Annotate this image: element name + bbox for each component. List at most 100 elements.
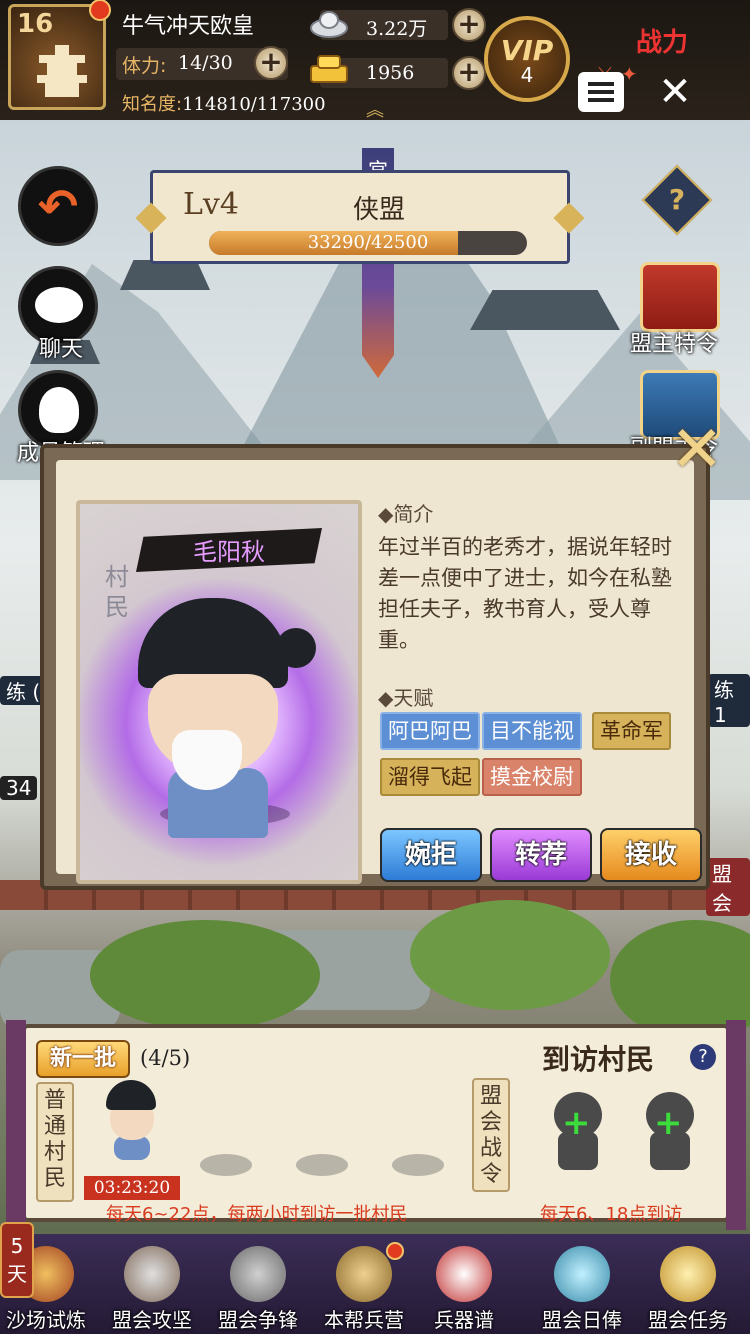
book-icon [436, 1246, 492, 1302]
talent-tag[interactable]: 摸金校尉 [482, 758, 582, 796]
battle-pass-label: 盟会战令 [472, 1078, 510, 1192]
leader-order-chest-icon[interactable] [640, 262, 720, 332]
new-batch-button[interactable]: 新一批 [36, 1040, 130, 1078]
empty-visitor-slot [392, 1154, 444, 1176]
nav-barracks[interactable]: 本帮兵营 [312, 1242, 416, 1334]
menu-icon [588, 82, 614, 86]
back-arrow-icon: ↶ [37, 179, 79, 235]
batch-count: (4/5) [140, 1046, 191, 1070]
gold-bars-icon [310, 55, 348, 83]
plus-icon: + [654, 1103, 683, 1143]
power-label: 战力 [636, 28, 689, 58]
tree [410, 900, 610, 1010]
left-counter: 34 [0, 776, 38, 800]
talent-title: ◆天赋 [378, 686, 434, 710]
empty-visitor-slot [296, 1154, 348, 1176]
building-roof [120, 260, 210, 290]
stamina-label: 体力: [122, 55, 167, 77]
visitors-title: 到访村民 [542, 1043, 655, 1076]
pagoda-icon [37, 45, 87, 97]
nav-league-siege[interactable]: 盟会攻坚 [100, 1242, 204, 1334]
refer-button[interactable]: 转荐 [490, 828, 592, 882]
talent-tag[interactable]: 阿巴阿巴 [380, 712, 480, 750]
nav-weapon-book[interactable]: 兵器谱 [412, 1242, 516, 1334]
villager-dialog-body: 毛阳秋 村民 ◆简介 年过半百的老秀才，据说年轻时差一点便中了进士，如今在私塾担… [56, 460, 702, 884]
talent-tag[interactable]: 目不能视 [482, 712, 582, 750]
vip-badge[interactable]: VIP 4 [484, 16, 570, 102]
help-icon[interactable]: ? [690, 1044, 716, 1070]
training-tag-right: 练 1 [708, 674, 750, 727]
notification-dot [89, 0, 111, 21]
locked-visitor-slot[interactable]: + [640, 1092, 700, 1172]
vip-level: 4 [520, 63, 534, 87]
nav-league-contest[interactable]: 盟会争锋 [206, 1242, 310, 1334]
scroll-icon [660, 1246, 716, 1302]
tree [90, 920, 320, 1030]
player-level: 16 [17, 9, 54, 39]
silver-ingot-icon [310, 11, 348, 38]
fist-icon [124, 1246, 180, 1302]
nav-label: 本帮兵营 [324, 1308, 404, 1332]
visit-schedule-hint: 每天6~22点，每两小时到访一批村民 [106, 1204, 408, 1225]
locked-visitor-slot[interactable]: + [548, 1092, 608, 1172]
nav-label: 兵器谱 [434, 1308, 494, 1332]
close-icon[interactable]: ✕ [652, 72, 698, 112]
chat-button[interactable]: 聊天 [18, 266, 98, 362]
members-icon [39, 387, 79, 433]
pass-visit-schedule-hint: 每天6、18点到访 [540, 1204, 683, 1225]
league-xp-bar: 33290/42500 [209, 231, 527, 255]
talent-list: 阿巴阿巴 目不能视 革命军 溜得飞起 摸金校尉 [380, 712, 710, 804]
nav-label: 盟会攻坚 [112, 1308, 192, 1332]
player-avatar[interactable]: 16 [8, 0, 111, 110]
nav-label: 沙场试炼 [6, 1308, 86, 1332]
visitor-timer: 03:23:20 [84, 1176, 180, 1200]
chat-label: 聊天 [38, 337, 83, 362]
villager-portrait: 毛阳秋 村民 [76, 500, 362, 884]
bottom-navigation: 沙场试炼 盟会攻坚 盟会争锋 本帮兵营 兵器谱 盟会日俸 盟会任务 [0, 1234, 750, 1334]
visiting-villagers-panel: 新一批 (4/5) 到访村民 ? 普通村民 03:23:20 盟会战令 + + … [6, 1020, 746, 1230]
days-remaining-badge: 5天 [0, 1222, 34, 1298]
leader-order-label: 盟主特令 [630, 332, 719, 357]
old-scholar-character [128, 598, 318, 848]
chat-bubble-icon [35, 287, 83, 323]
talent-tag[interactable]: 溜得飞起 [380, 758, 480, 796]
nav-daily-salary[interactable]: 盟会日俸 [530, 1242, 634, 1334]
villager-description: 年过半百的老秀才，据说年轻时差一点便中了进士，如今在私塾担任夫子，教书育人，受人… [378, 535, 672, 652]
league-level: Lv4 [183, 187, 239, 222]
talent-tag[interactable]: 革命军 [592, 712, 671, 750]
gold-display: 1956 [310, 55, 448, 88]
notification-dot [386, 1242, 404, 1260]
league-name: 侠盟 [353, 195, 406, 225]
question-icon: ? [668, 183, 686, 216]
fame-value: 114810/117300 [182, 94, 326, 115]
add-gold-button[interactable]: + [452, 56, 486, 90]
nav-label: 盟会争锋 [218, 1308, 298, 1332]
fame-label: 知名度: [122, 94, 183, 115]
villager-dialog: 毛阳秋 村民 ◆简介 年过半百的老秀才，据说年轻时差一点便中了进士，如今在私塾担… [40, 444, 710, 890]
accept-button[interactable]: 接收 [600, 828, 702, 882]
league-hall-label: 盟会 [706, 858, 750, 916]
member-management-button[interactable]: 成员管理 [17, 370, 105, 466]
player-name: 牛气冲天欧皇 [122, 14, 255, 39]
intro-title: ◆简介 [378, 502, 434, 526]
visitor-slot-filled[interactable] [98, 1080, 168, 1160]
league-xp-text: 33290/42500 [307, 232, 429, 253]
back-button[interactable]: ↶ [18, 166, 98, 246]
villager-name: 毛阳秋 [193, 538, 265, 566]
fame-display: 知名度:114810/117300 [122, 90, 326, 116]
stamina-value: 14/30 [178, 52, 233, 74]
close-dialog-icon[interactable]: ✕ [670, 418, 724, 482]
building-roof [470, 290, 620, 330]
empty-visitor-slot [200, 1154, 252, 1176]
nav-league-tasks[interactable]: 盟会任务 [636, 1242, 740, 1334]
money-tree-icon [554, 1246, 610, 1302]
plus-icon: + [562, 1103, 591, 1143]
add-silver-button[interactable]: + [452, 8, 486, 42]
menu-button[interactable] [578, 72, 624, 112]
top-hud: 16 牛气冲天欧皇 体力: 14/30 + 知名度:114810/117300 … [0, 0, 750, 122]
chevron-up-icon[interactable]: ︽ [366, 96, 384, 122]
add-stamina-button[interactable]: + [254, 46, 288, 80]
nav-label: 盟会日俸 [542, 1308, 622, 1332]
common-villager-label: 普通村民 [36, 1082, 74, 1202]
reject-button[interactable]: 婉拒 [380, 828, 482, 882]
